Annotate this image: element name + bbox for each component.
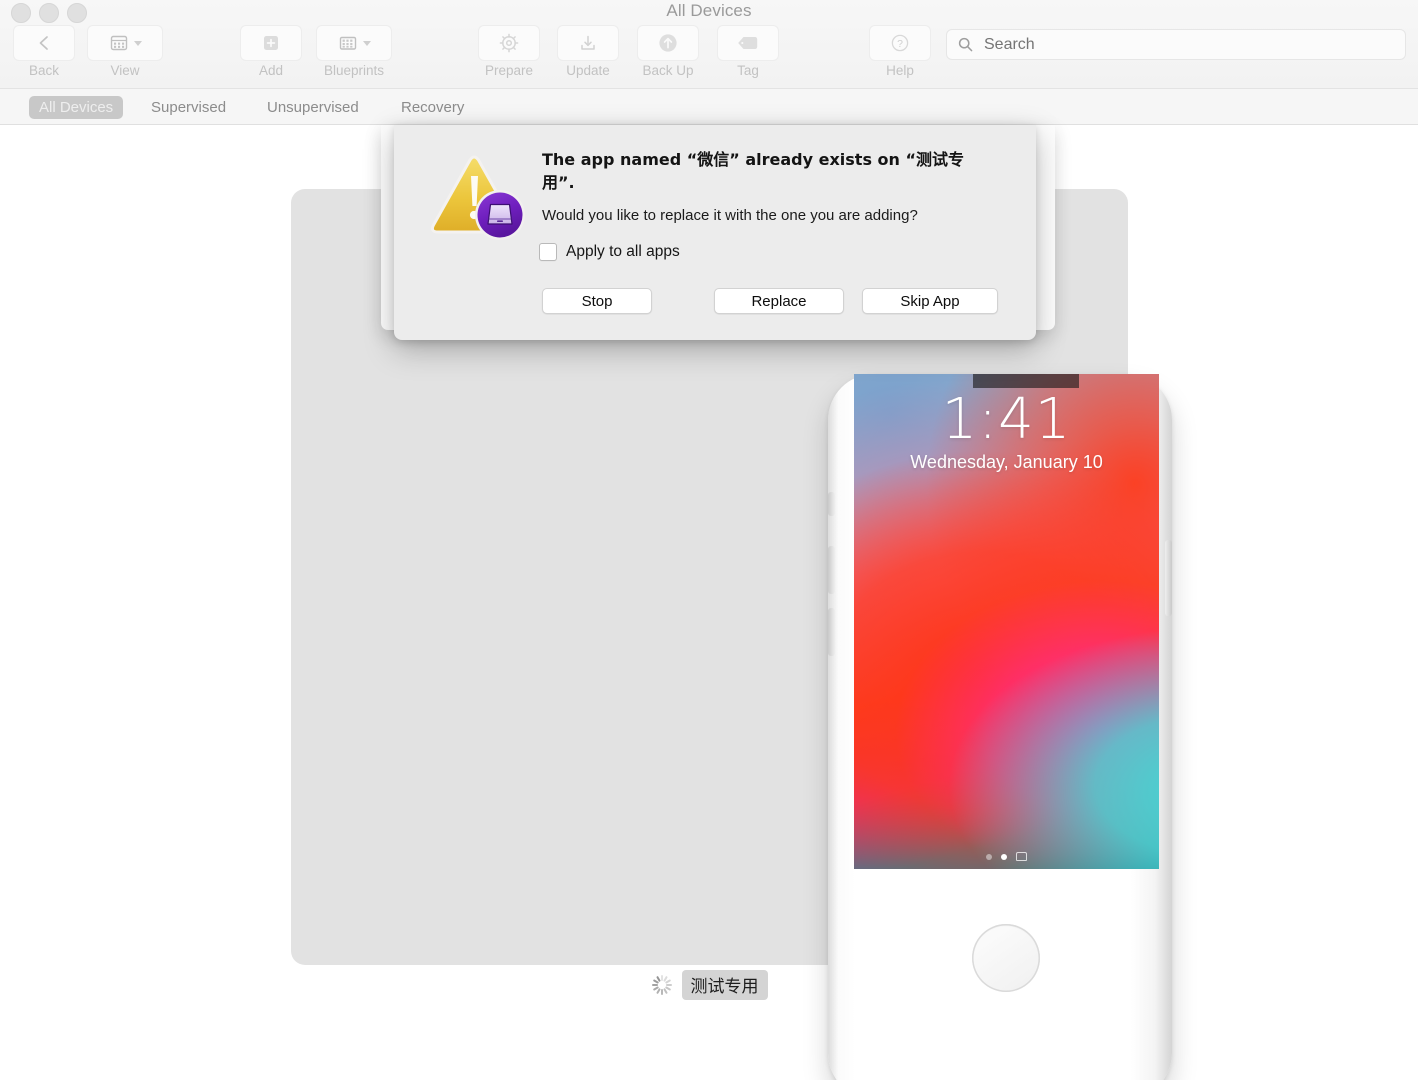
- backup-button-face: [637, 25, 699, 61]
- toolbar-group-backup: Back Up: [637, 25, 699, 78]
- mute-switch-icon: [828, 492, 835, 516]
- warning-triangle-with-device-badge-icon: [430, 152, 526, 244]
- tab-all-devices[interactable]: All Devices: [29, 96, 124, 119]
- search-field[interactable]: [946, 29, 1406, 60]
- search-icon: [957, 36, 974, 53]
- toolbar-button-view[interactable]: View: [87, 25, 163, 78]
- help-button-face: ?: [869, 25, 931, 61]
- gear-icon: [498, 32, 520, 54]
- update-button-face: [557, 25, 619, 61]
- plus-icon: [261, 33, 281, 53]
- device-label-row: 测试专用: [0, 970, 1418, 1000]
- toolbar-group-blueprints: Blueprints: [316, 25, 392, 78]
- page-dot: [986, 853, 992, 860]
- toolbar-button-tag[interactable]: Tag: [717, 25, 779, 78]
- spinner-spoke: [660, 989, 663, 995]
- toolbar-button-add[interactable]: Add: [240, 25, 302, 78]
- toolbar-label-view: View: [110, 63, 140, 78]
- toolbar-label-backup: Back Up: [642, 63, 694, 78]
- tag-button-face: [717, 25, 779, 61]
- toolbar-group-add: Add: [240, 25, 302, 78]
- apple-configurator-window: All Devices Back View Add Blueprints Pre…: [0, 0, 1418, 1080]
- prepare-button-face: [478, 25, 540, 61]
- volume-up-button: [828, 546, 835, 594]
- toolbar-button-update[interactable]: Update: [557, 25, 619, 78]
- page-dot-active: [1001, 853, 1007, 860]
- question-circle-icon: ?: [890, 33, 910, 53]
- chevron-left-icon: [36, 34, 52, 52]
- power-button: [1165, 540, 1172, 616]
- volume-down-button: [828, 608, 835, 656]
- search-input[interactable]: [982, 34, 1386, 55]
- toolbar-group-navigation: Back: [13, 25, 75, 78]
- toolbar-button-blueprints[interactable]: Blueprints: [316, 25, 392, 78]
- tab-unsupervised[interactable]: Unsupervised: [257, 96, 369, 119]
- back-button-face: [13, 25, 75, 61]
- arrow-up-circle-icon: [657, 32, 679, 54]
- grid-view-icon: [109, 34, 129, 52]
- page-title: All Devices: [666, 1, 752, 20]
- spinner-icon: [651, 974, 673, 996]
- tab-recovery[interactable]: Recovery: [391, 96, 474, 119]
- blueprints-icon: [338, 34, 358, 52]
- tab-supervised[interactable]: Supervised: [141, 96, 236, 119]
- toolbar-label-update: Update: [566, 63, 610, 78]
- page-indicator-dots: [854, 852, 1159, 861]
- toolbar-group-view: View: [87, 25, 163, 78]
- toolbar-label-prepare: Prepare: [484, 63, 534, 78]
- dialog-heading: The app named “微信” already exists on “测试…: [542, 150, 965, 192]
- filter-tab-bar: All Devices Supervised Unsupervised Reco…: [0, 89, 1418, 125]
- spinner-spoke: [651, 984, 658, 986]
- toolbar-group-update: Update: [557, 25, 619, 78]
- tag-icon: [736, 35, 760, 51]
- lock-screen-time: 1:41: [941, 387, 1072, 452]
- chevron-down-icon: [362, 40, 371, 46]
- apply-to-all-apps-checkbox-row[interactable]: Apply to all apps: [539, 243, 680, 261]
- toolbar-group-tag: Tag: [717, 25, 779, 78]
- toolbar-label-blueprints: Blueprints: [323, 63, 385, 78]
- apply-to-all-apps-label: Apply to all apps: [566, 243, 680, 260]
- chevron-down-icon: [133, 40, 142, 46]
- blueprints-button-face: [316, 25, 392, 61]
- toolbar-label-back: Back: [28, 63, 59, 78]
- svg-text:?: ?: [897, 38, 903, 50]
- home-screen-page-icon: [1016, 852, 1027, 861]
- toolbar: All Devices Back View Add Blueprints Pre…: [0, 0, 1418, 89]
- view-button-face: [87, 25, 163, 61]
- device-screen: 1:41 Wednesday, January 10: [854, 374, 1159, 869]
- apply-to-all-apps-checkbox[interactable]: [539, 243, 557, 261]
- device-name-label[interactable]: 测试专用: [681, 970, 768, 1000]
- toolbar-button-prepare[interactable]: Prepare: [478, 25, 540, 78]
- toolbar-button-help[interactable]: ? Help: [869, 25, 931, 78]
- replace-button[interactable]: Replace: [714, 288, 844, 314]
- toolbar-group-help: ? Help: [869, 25, 931, 78]
- stop-button[interactable]: Stop: [542, 288, 652, 314]
- status-overlay: [973, 374, 1079, 388]
- toolbar-label-add: Add: [258, 63, 284, 78]
- toolbar-label-help: Help: [886, 63, 914, 78]
- replace-app-alert-dialog: The app named “微信” already exists on “测试…: [394, 125, 1036, 340]
- dialog-body-text: Would you like to replace it with the on…: [542, 207, 918, 224]
- skip-app-button[interactable]: Skip App: [862, 288, 998, 314]
- download-box-icon: [578, 33, 598, 53]
- toolbar-button-backup[interactable]: Back Up: [637, 25, 699, 78]
- toolbar-group-prepare: Prepare: [478, 25, 540, 78]
- add-button-face: [240, 25, 302, 61]
- toolbar-label-tag: Tag: [737, 63, 759, 78]
- toolbar-button-back[interactable]: Back: [13, 25, 75, 78]
- lock-screen-date: Wednesday, January 10: [910, 452, 1103, 472]
